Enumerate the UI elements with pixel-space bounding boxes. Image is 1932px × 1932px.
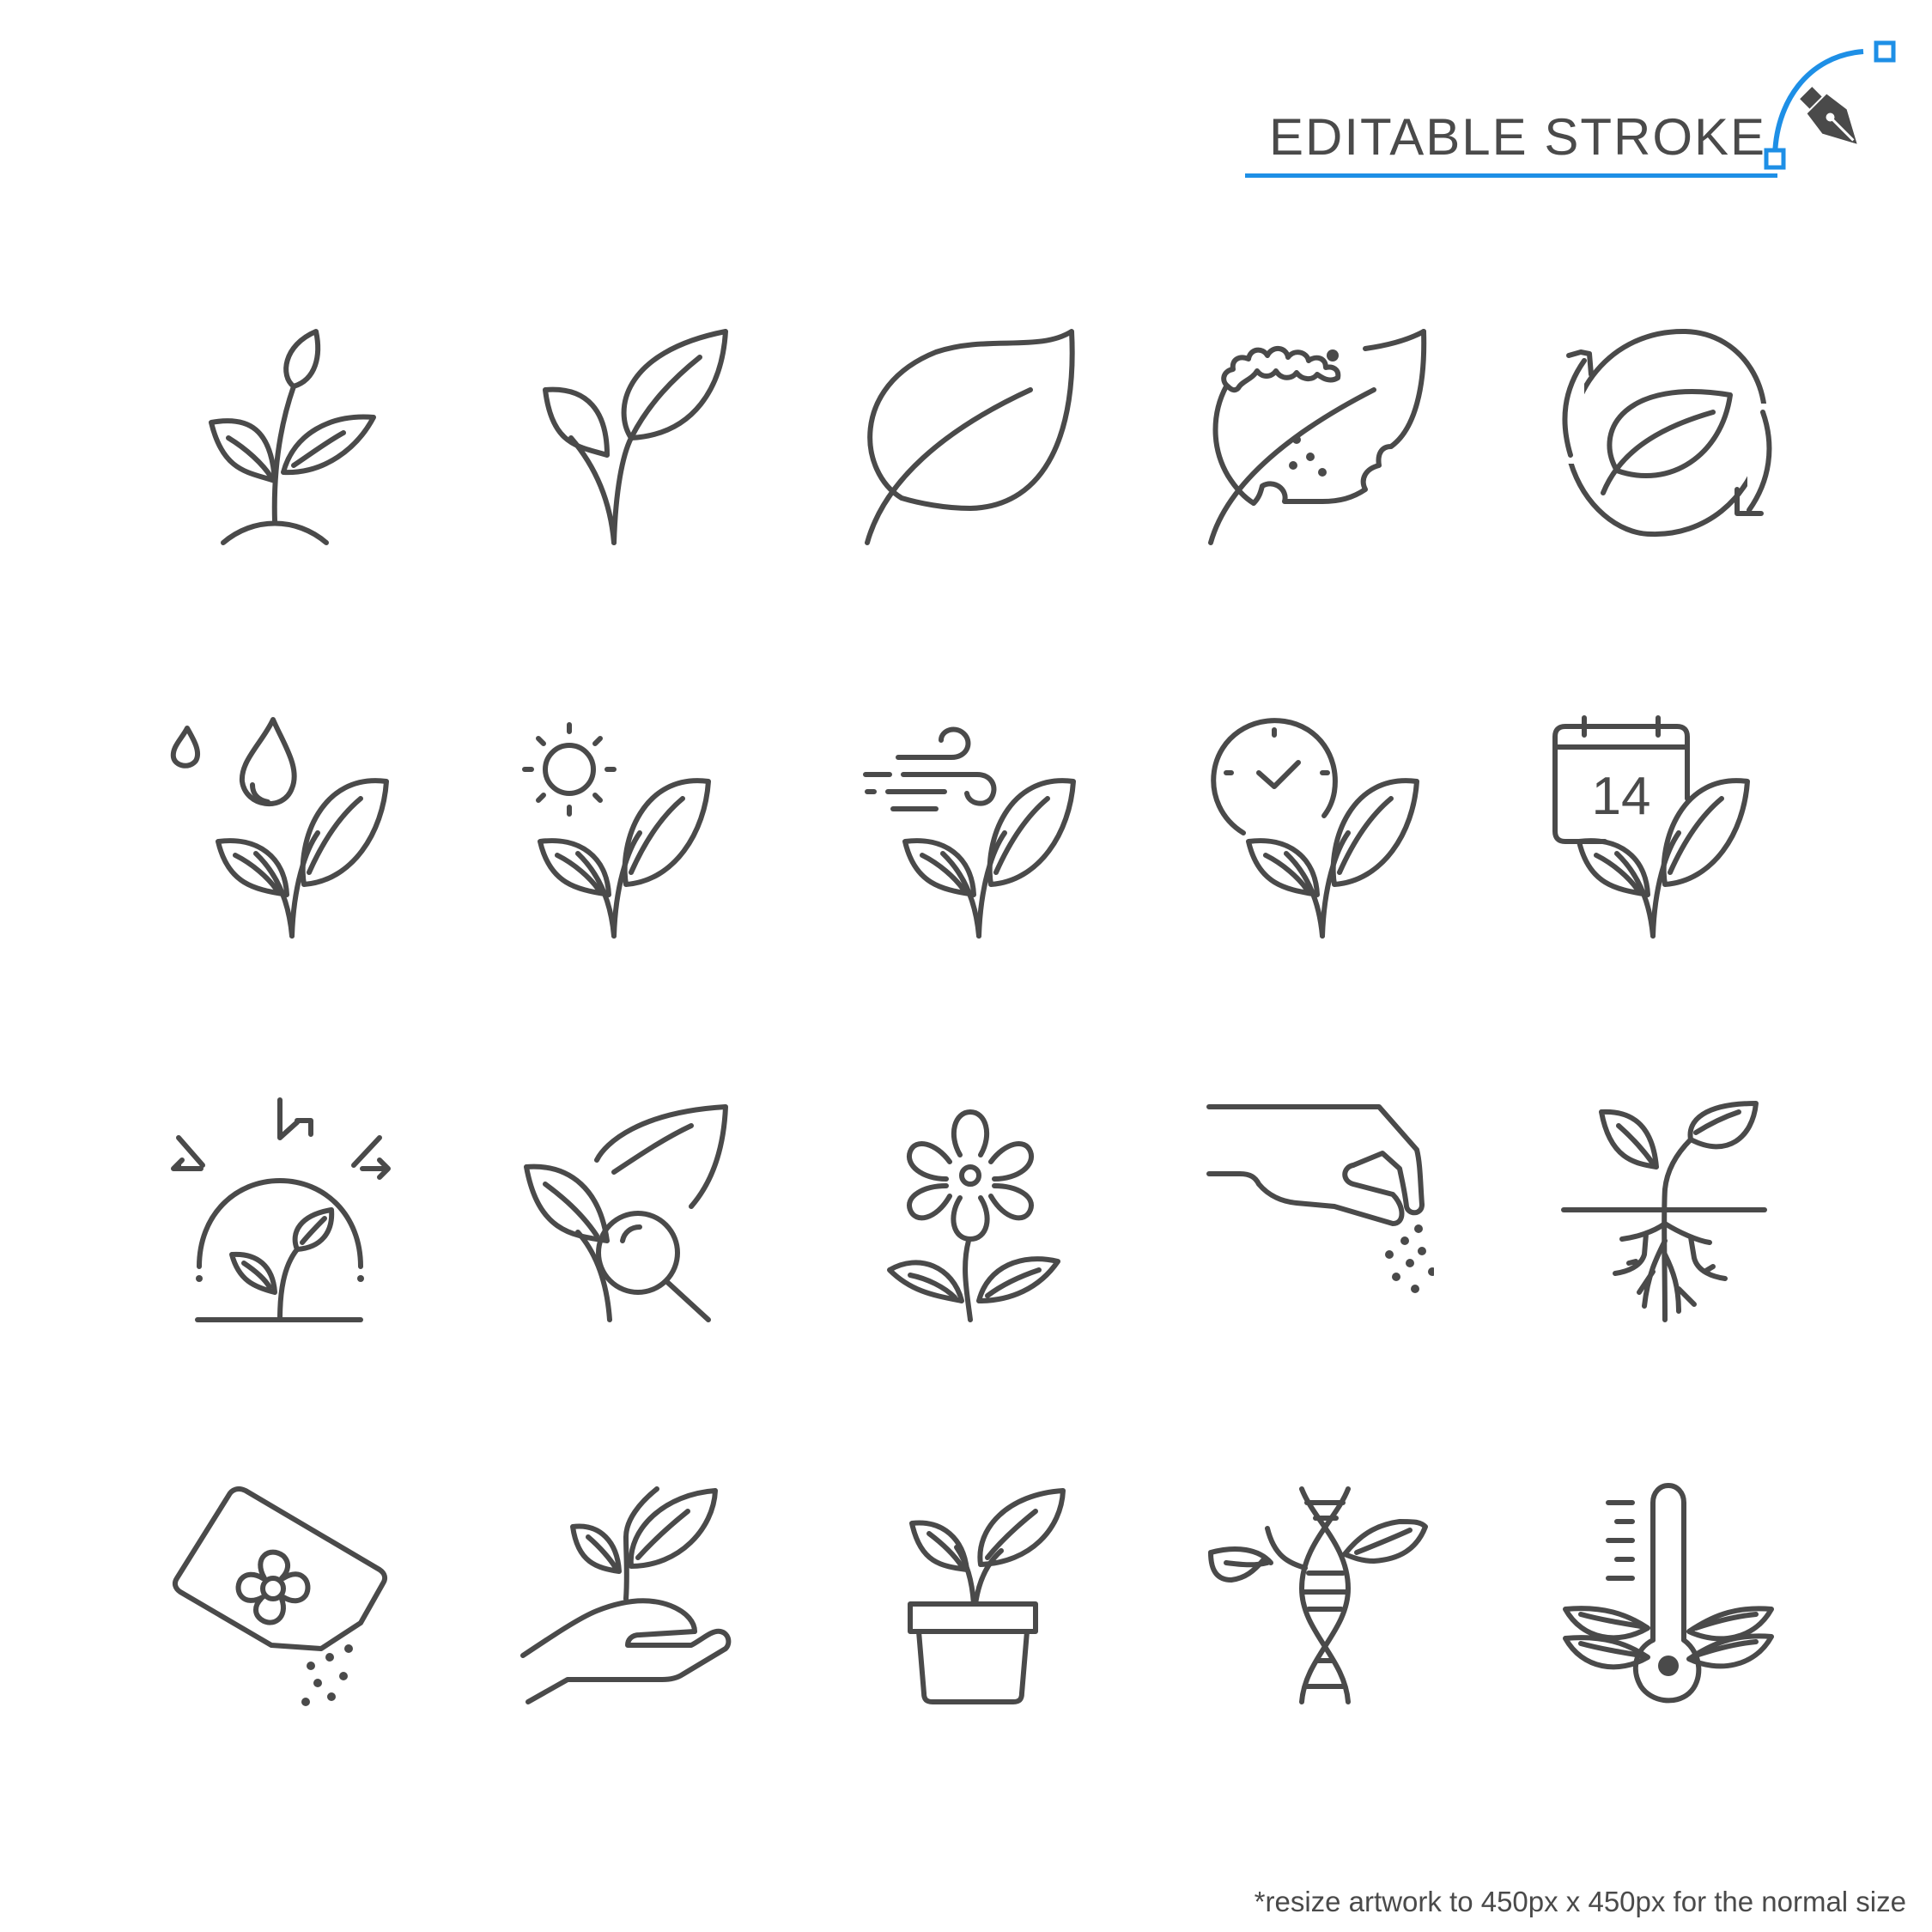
hand-holding-sprout-icon xyxy=(511,1477,743,1709)
calendar-day-number: 14 xyxy=(1592,767,1651,826)
leaf-recycle-icon xyxy=(1550,318,1782,550)
plant-calendar-icon: 14 xyxy=(1550,713,1782,945)
potted-plant-icon xyxy=(859,1477,1091,1709)
plant-watering-drops-icon xyxy=(163,713,395,945)
seed-packet-icon xyxy=(163,1477,395,1709)
plant-roots-icon xyxy=(1550,1095,1782,1327)
hand-sowing-seeds-icon xyxy=(1202,1095,1434,1327)
single-leaf-icon xyxy=(859,318,1091,550)
plant-temperature-icon xyxy=(1550,1477,1782,1709)
plant-wind-icon xyxy=(859,713,1091,945)
leaf-eaten-by-caterpillar-icon xyxy=(1202,318,1434,550)
plant-greenhouse-icon xyxy=(163,1095,395,1327)
plant-sunlight-icon xyxy=(511,713,743,945)
icon-sheet: EDITABLE STROKE 14 *resize artwork to 45… xyxy=(0,0,1932,1932)
plant-dna-icon xyxy=(1202,1477,1434,1709)
flower-icon xyxy=(859,1095,1091,1327)
plant-growth-time-icon xyxy=(1202,713,1434,945)
sprout-in-soil-icon xyxy=(163,318,395,550)
resize-note: *resize artwork to 450px x 450px for the… xyxy=(1254,1886,1906,1917)
plant-magnifier-inspect-icon xyxy=(511,1095,743,1327)
icon-grid: 14 xyxy=(0,0,1932,1932)
seedling-two-leaves-icon xyxy=(511,318,743,550)
